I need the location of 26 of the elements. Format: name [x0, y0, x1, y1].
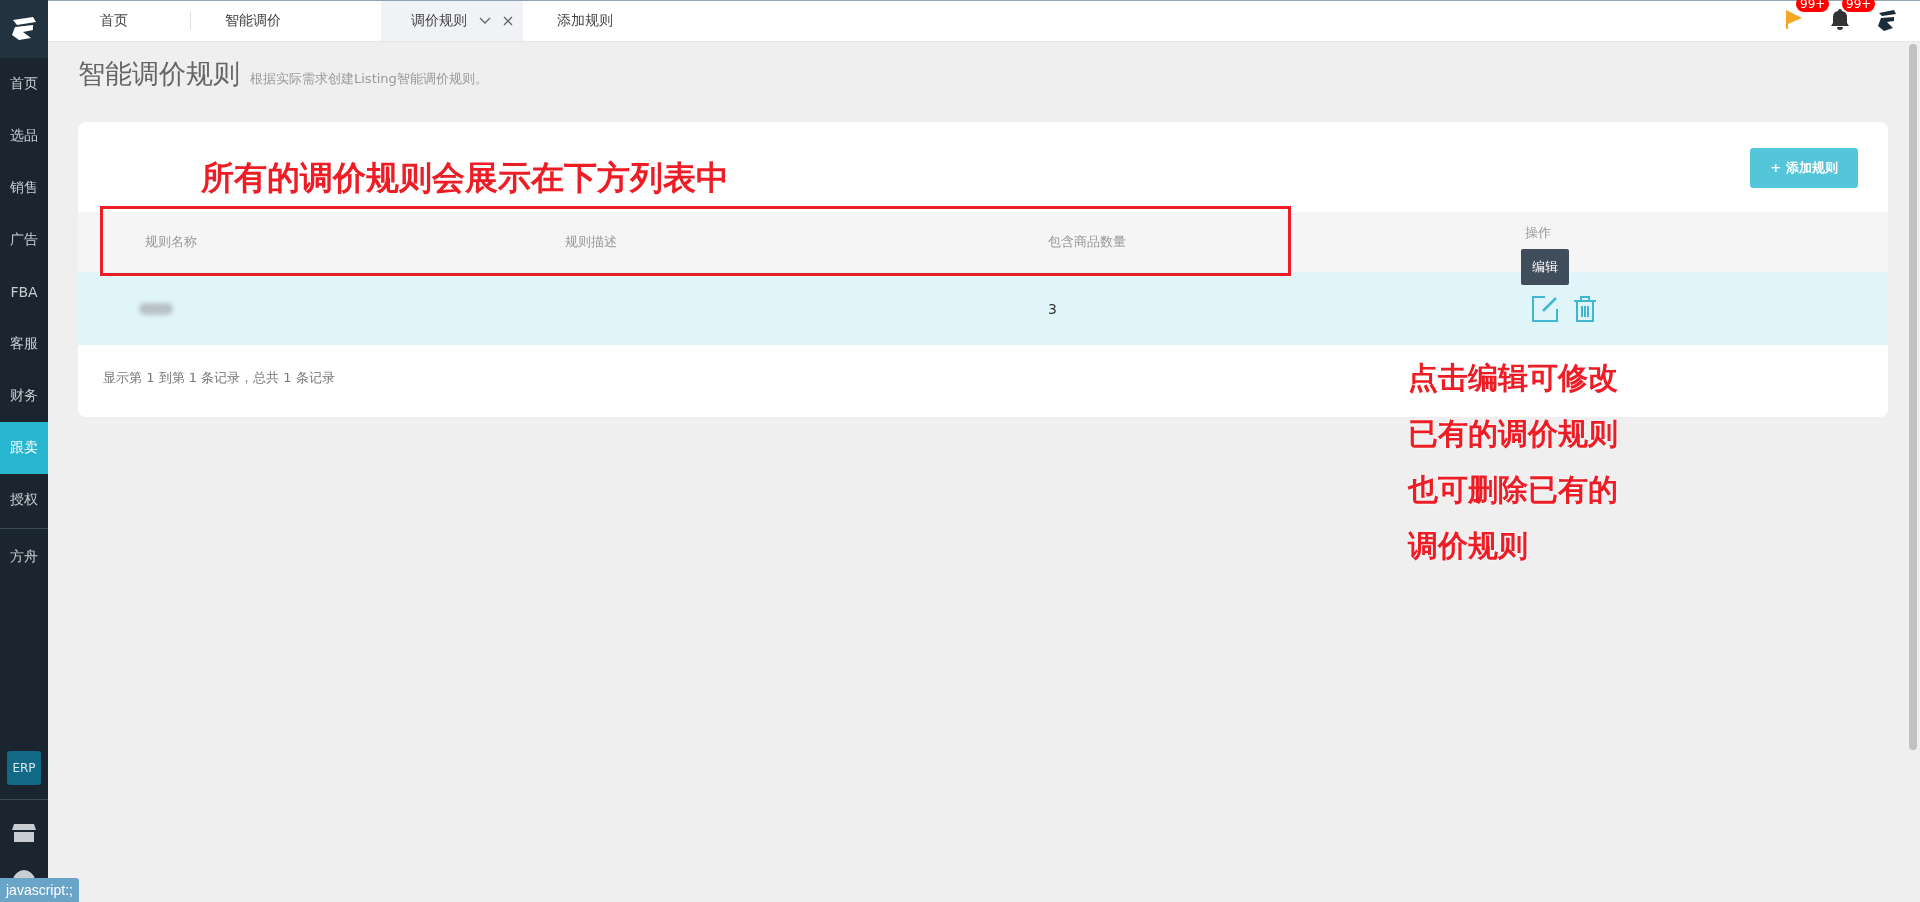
sidebar-item[interactable]: 销售 — [0, 162, 48, 214]
sidebar-item[interactable]: 财务 — [0, 370, 48, 422]
sidebar-item[interactable]: 选品 — [0, 110, 48, 162]
column-header: 操作 — [1525, 224, 1552, 242]
page-subtitle: 根据实际需求创建Listing智能调价规则。 — [250, 70, 488, 88]
status-bar: javascript:; — [0, 878, 79, 902]
table-cell: 3 — [1048, 300, 1057, 317]
erp-button[interactable]: ERP — [7, 751, 41, 785]
sidebar-item[interactable]: FBA — [0, 266, 48, 318]
tab[interactable]: 调价规则 — [381, 1, 523, 41]
annotation-text: 所有的调价规则会展示在下方列表中 — [201, 157, 729, 199]
sidebar-item[interactable]: 方舟 — [0, 531, 48, 583]
tab[interactable]: 首页 — [80, 1, 190, 41]
sidebar-item[interactable]: 首页 — [0, 58, 48, 110]
sidebar-item[interactable]: 客服 — [0, 318, 48, 370]
pagination-info: 显示第 1 到第 1 条记录，总共 1 条记录 — [103, 370, 335, 385]
column-header: 规则描述 — [565, 233, 618, 251]
tab[interactable]: 添加规则 — [523, 1, 647, 41]
page-title: 智能调价规则 — [78, 57, 240, 91]
tooltip: 编辑 — [1521, 248, 1569, 285]
sidebar-item[interactable]: 授权 — [0, 474, 48, 526]
sidebar-item[interactable]: 广告 — [0, 214, 48, 266]
column-header: 包含商品数量 — [1048, 233, 1127, 251]
tab[interactable]: 智能调价 — [191, 1, 381, 41]
annotation-text: 点击编辑可修改已有的调价规则也可删除已有的调价规则 — [1408, 359, 1619, 565]
column-header: 规则名称 — [144, 233, 198, 251]
